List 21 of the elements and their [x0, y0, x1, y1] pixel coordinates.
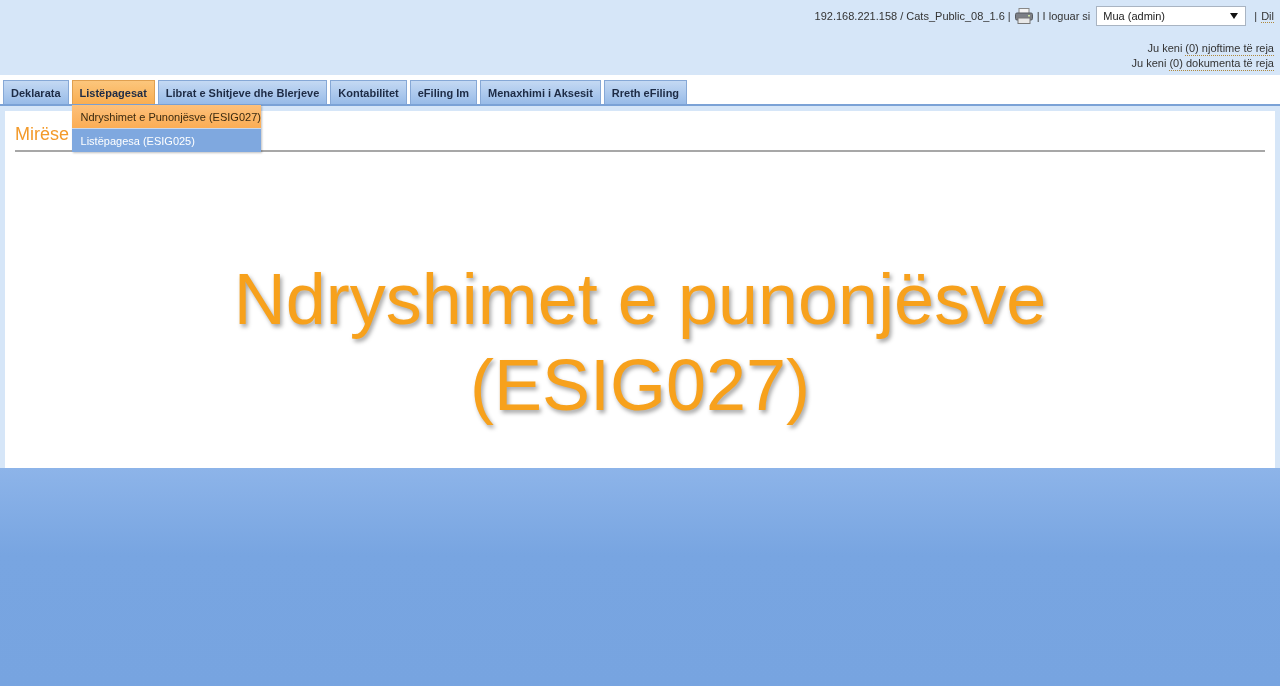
nav-tab[interactable]: Listëpagesat — [71, 80, 155, 104]
dropdown-menu-item[interactable]: Ndryshimet e Punonjësve (ESIG027) — [71, 105, 261, 128]
nav-tab[interactable]: Librat e Shitjeve dhe Blerjeve — [157, 80, 328, 104]
logout-link[interactable]: Dil — [1261, 9, 1274, 23]
panel-heading: Mirëse — [15, 124, 69, 144]
nav-tab[interactable]: Menaxhimi i Aksesit — [480, 80, 601, 104]
nav-tab[interactable]: Rreth eFiling — [603, 80, 688, 104]
notice-label: Ju keni — [1131, 56, 1167, 71]
notice-label: Ju keni — [1147, 41, 1183, 56]
nav-tab[interactable]: Deklarata — [3, 80, 69, 104]
user-select[interactable]: Mua (admin) — [1096, 6, 1247, 26]
login-label: | I loguar si — [1036, 10, 1091, 22]
separator-text: | — [1254, 10, 1258, 22]
caret-icon — [1230, 13, 1239, 19]
server-info: 192.168.221.158 / Cats_Public_08_1.6 | — [814, 10, 1011, 22]
banner-title: Ndryshimet e punonjësve (ESIG027) — [232, 258, 1048, 427]
nav-tab[interactable]: Kontabilitet — [330, 80, 407, 104]
notice-link[interactable]: (0) njoftime të reja — [1185, 41, 1274, 56]
nav-tab[interactable]: eFiling Im — [409, 80, 478, 104]
notice-link[interactable]: (0) dokumenta të reja — [1169, 56, 1274, 71]
printer-icon[interactable] — [1014, 8, 1033, 24]
